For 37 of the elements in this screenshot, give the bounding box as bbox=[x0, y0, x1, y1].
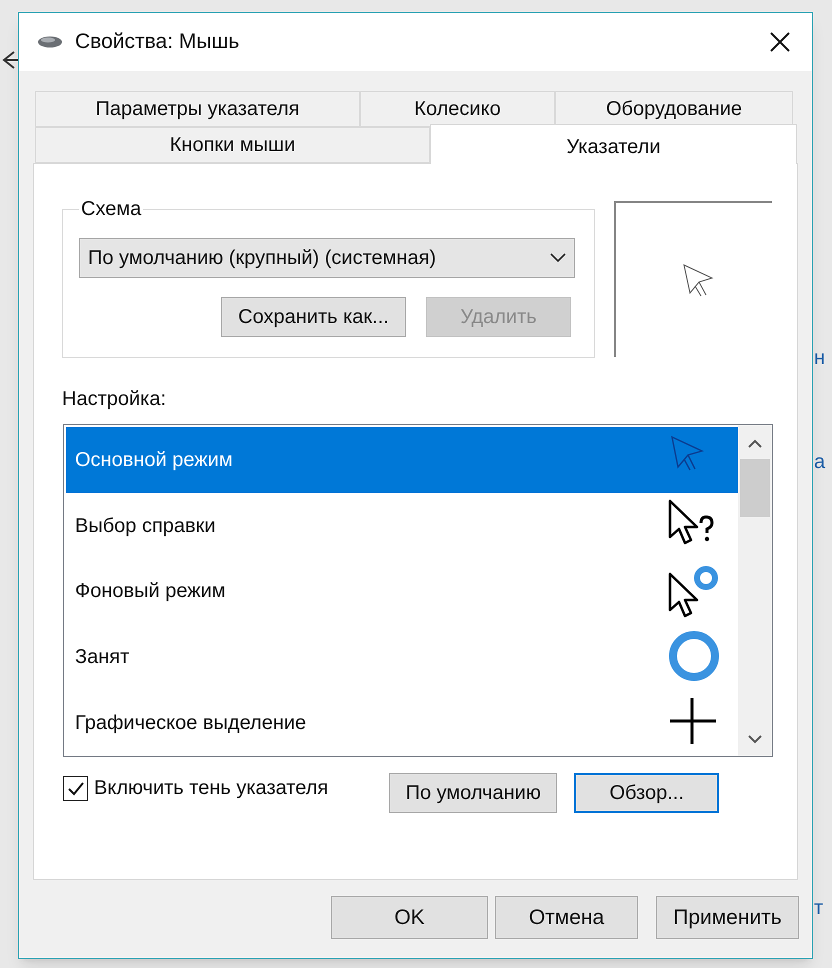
dialog-button[interactable]: Применить bbox=[656, 896, 799, 939]
scroll-up-icon bbox=[748, 439, 762, 449]
list-item-label: Основной режим bbox=[75, 448, 234, 473]
list-button[interactable]: Обзор... bbox=[574, 773, 720, 813]
list-item-label: Графическое выделение bbox=[75, 711, 308, 736]
tab[interactable]: Оборудование bbox=[555, 91, 793, 127]
dropdown-value: По умолчанию (крупный) (системная) bbox=[88, 246, 438, 271]
checkbox-label: Включить тень указателя bbox=[94, 776, 328, 801]
mouse-icon bbox=[37, 34, 63, 50]
tab[interactable]: Колесико bbox=[360, 91, 555, 127]
checkbox[interactable] bbox=[63, 776, 88, 800]
background-text: н bbox=[814, 346, 826, 371]
scheme-dropdown[interactable]: По умолчанию (крупный) (системная) bbox=[79, 238, 575, 278]
background-text: а bbox=[814, 450, 826, 475]
scheme-button[interactable]: Сохранить как... bbox=[221, 297, 406, 337]
tab[interactable]: Указатели bbox=[430, 124, 797, 164]
dialog-button[interactable]: Отмена bbox=[495, 896, 638, 939]
pointer-icon bbox=[681, 262, 715, 298]
tab[interactable]: Параметры указателя bbox=[35, 91, 360, 127]
check-icon bbox=[66, 780, 84, 796]
window-title: Свойства: Мышь bbox=[75, 29, 240, 56]
list-item-label: Занят bbox=[75, 645, 130, 670]
list-button[interactable]: По умолчанию bbox=[389, 773, 558, 813]
close-icon bbox=[769, 31, 791, 53]
scroll-down-icon bbox=[748, 734, 762, 744]
list-item-label: Фоновый режим bbox=[75, 579, 227, 604]
tab[interactable]: Кнопки мыши bbox=[35, 127, 430, 163]
chevron-down-icon bbox=[550, 253, 566, 263]
pointer-ring-icon bbox=[668, 564, 720, 618]
scroll-thumb[interactable] bbox=[740, 459, 770, 517]
dialog-button[interactable]: OK bbox=[331, 896, 488, 939]
list-label: Настройка: bbox=[62, 387, 166, 412]
group-label: Схема bbox=[80, 197, 142, 222]
list-item[interactable]: Основной режим bbox=[66, 427, 738, 493]
list-item-label: Выбор справки bbox=[75, 514, 217, 539]
background-text: т bbox=[814, 896, 824, 921]
scrollbar[interactable] bbox=[738, 425, 772, 756]
